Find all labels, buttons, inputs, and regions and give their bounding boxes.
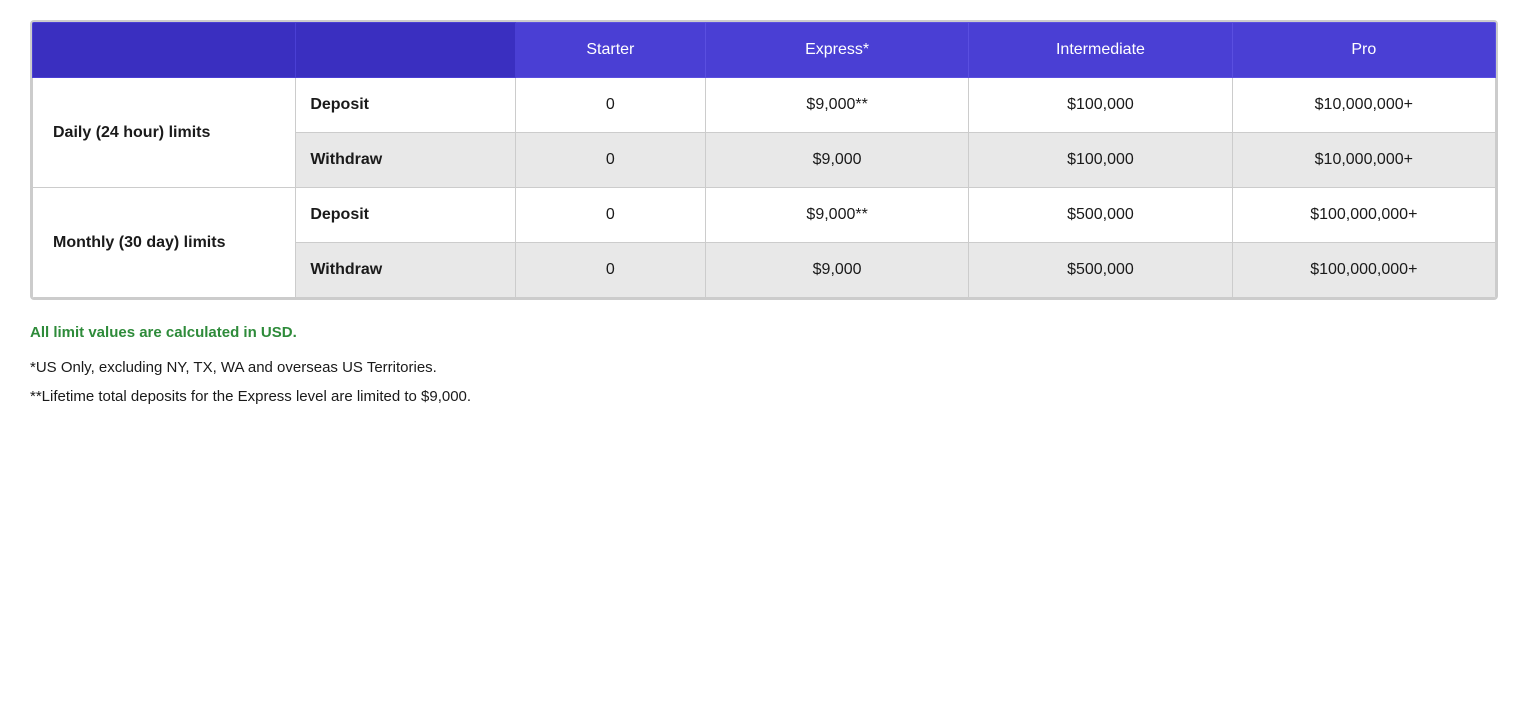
limits-table-wrapper: Starter Express* Intermediate Pro Daily … [30,20,1498,300]
cell-intermediate: $500,000 [969,243,1232,298]
category-cell: Monthly (30 day) limits [33,188,296,298]
cell-pro: $100,000,000+ [1232,243,1495,298]
cell-starter: 0 [515,243,705,298]
table-header-row: Starter Express* Intermediate Pro [33,23,1496,78]
cell-express: $9,000 [705,133,968,188]
footnote-note2: **Lifetime total deposits for the Expres… [30,386,1498,409]
cell-intermediate: $100,000 [969,78,1232,133]
type-cell: Withdraw [296,133,515,188]
header-col-category [33,23,296,78]
cell-starter: 0 [515,133,705,188]
cell-express: $9,000 [705,243,968,298]
cell-pro: $10,000,000+ [1232,133,1495,188]
category-cell: Daily (24 hour) limits [33,78,296,188]
cell-intermediate: $500,000 [969,188,1232,243]
cell-starter: 0 [515,78,705,133]
type-cell: Deposit [296,78,515,133]
cell-express: $9,000** [705,188,968,243]
type-cell: Withdraw [296,243,515,298]
cell-intermediate: $100,000 [969,133,1232,188]
table-row: Monthly (30 day) limitsDeposit0$9,000**$… [33,188,1496,243]
header-col-express: Express* [705,23,968,78]
cell-express: $9,000** [705,78,968,133]
header-col-intermediate: Intermediate [969,23,1232,78]
header-col-type [296,23,515,78]
footnote-note1: *US Only, excluding NY, TX, WA and overs… [30,357,1498,380]
cell-starter: 0 [515,188,705,243]
limits-table: Starter Express* Intermediate Pro Daily … [32,22,1496,298]
table-row: Daily (24 hour) limitsDeposit0$9,000**$1… [33,78,1496,133]
header-col-pro: Pro [1232,23,1495,78]
type-cell: Deposit [296,188,515,243]
cell-pro: $10,000,000+ [1232,78,1495,133]
cell-pro: $100,000,000+ [1232,188,1495,243]
footnote-usd: All limit values are calculated in USD. [30,324,1498,341]
header-col-starter: Starter [515,23,705,78]
